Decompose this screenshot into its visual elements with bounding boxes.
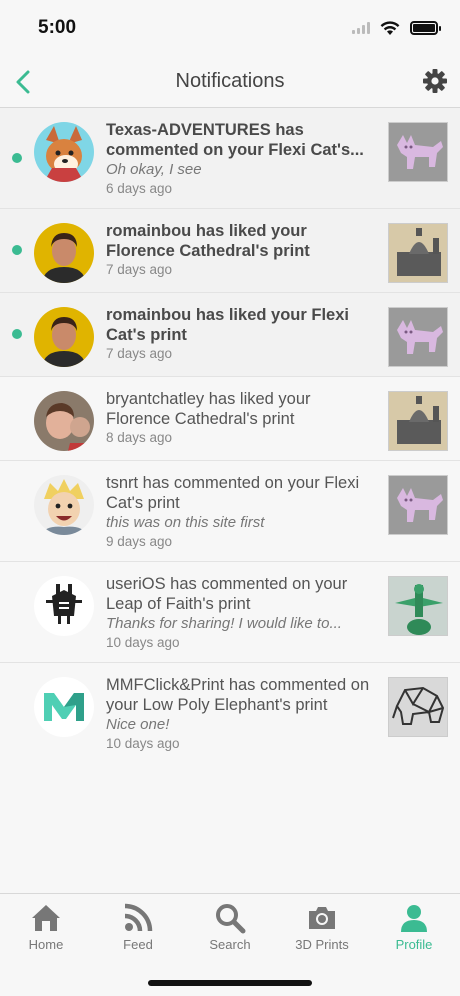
avatar[interactable] [34,475,94,535]
notification-time: 8 days ago [106,430,173,445]
status-bar: 5:00 [0,0,460,56]
print-thumbnail[interactable] [388,677,448,737]
tab-3d-prints[interactable]: 3D Prints [276,902,368,956]
tab-search[interactable]: Search [184,902,276,956]
status-time: 5:00 [38,17,77,38]
status-icons [352,20,441,36]
notification-row[interactable]: romainbou has liked your Florence Cathed… [0,209,460,293]
print-thumbnail[interactable] [388,576,448,636]
nav-bar: Notifications [0,56,460,108]
notification-text: romainbou has liked your Flexi Cat's pri… [106,306,349,344]
battery-icon [410,21,441,35]
page-title: Notifications [175,70,285,92]
tab-label: Feed [123,937,153,952]
home-indicator [148,980,312,986]
notification-comment: this was on this site first [106,514,265,531]
notification-time: 10 days ago [106,635,180,650]
notification-comment: Thanks for sharing! I would like to... [106,615,342,632]
chevron-left-icon[interactable] [10,66,40,98]
notification-text: romainbou has liked your Florence Cathed… [106,222,310,260]
notification-time: 10 days ago [106,736,180,751]
print-thumbnail[interactable] [388,391,448,451]
home-icon [32,905,60,931]
notification-text: tsnrt has commented on your Flexi Cat's … [106,474,360,512]
notification-row[interactable]: useriOS has commented on your Leap of Fa… [0,562,460,663]
notification-time: 9 days ago [106,534,173,549]
print-thumbnail[interactable] [388,122,448,182]
notification-text: useriOS has commented on your Leap of Fa… [106,575,348,613]
tab-profile[interactable]: Profile [368,902,460,956]
unread-dot [12,245,22,255]
signal-icon [352,22,370,34]
notification-row[interactable]: bryantchatley has liked your Florence Ca… [0,377,460,461]
unread-dot [12,153,22,163]
avatar[interactable] [34,576,94,636]
notification-time: 6 days ago [106,181,173,196]
profile-icon [401,905,427,932]
tab-label: Profile [395,937,433,952]
avatar[interactable] [34,223,94,283]
tab-bar: Home Feed Search 3D Prints Profile [0,893,460,996]
camera-icon [309,907,335,929]
print-thumbnail[interactable] [388,307,448,367]
notifications-list: Texas-ADVENTURES has commented on your F… [0,108,460,764]
notification-row[interactable]: tsnrt has commented on your Flexi Cat's … [0,461,460,562]
search-icon [216,904,246,934]
tab-feed[interactable]: Feed [92,902,184,956]
tab-home[interactable]: Home [0,902,92,956]
notification-text: Texas-ADVENTURES has commented on your F… [106,121,364,159]
notification-row[interactable]: MMFClick&Print has commented on your Low… [0,663,460,764]
notification-comment: Oh okay, I see [106,161,202,178]
gear-icon[interactable] [422,68,448,94]
avatar[interactable] [34,677,94,737]
unread-dot [12,329,22,339]
avatar[interactable] [34,391,94,451]
tab-label: Home [28,937,64,952]
notification-row[interactable]: romainbou has liked your Flexi Cat's pri… [0,293,460,377]
notification-time: 7 days ago [106,346,173,361]
print-thumbnail[interactable] [388,223,448,283]
rss-icon [124,903,153,932]
notification-text: bryantchatley has liked your Florence Ca… [106,390,311,428]
avatar[interactable] [34,307,94,367]
tab-label: 3D Prints [295,937,349,952]
wifi-icon [380,20,400,35]
print-thumbnail[interactable] [388,475,448,535]
tab-label: Search [209,937,251,952]
notification-row[interactable]: Texas-ADVENTURES has commented on your F… [0,108,460,209]
notification-comment: Nice one! [106,716,170,733]
avatar[interactable] [34,122,94,182]
notification-time: 7 days ago [106,262,173,277]
notification-text: MMFClick&Print has commented on your Low… [106,676,370,714]
